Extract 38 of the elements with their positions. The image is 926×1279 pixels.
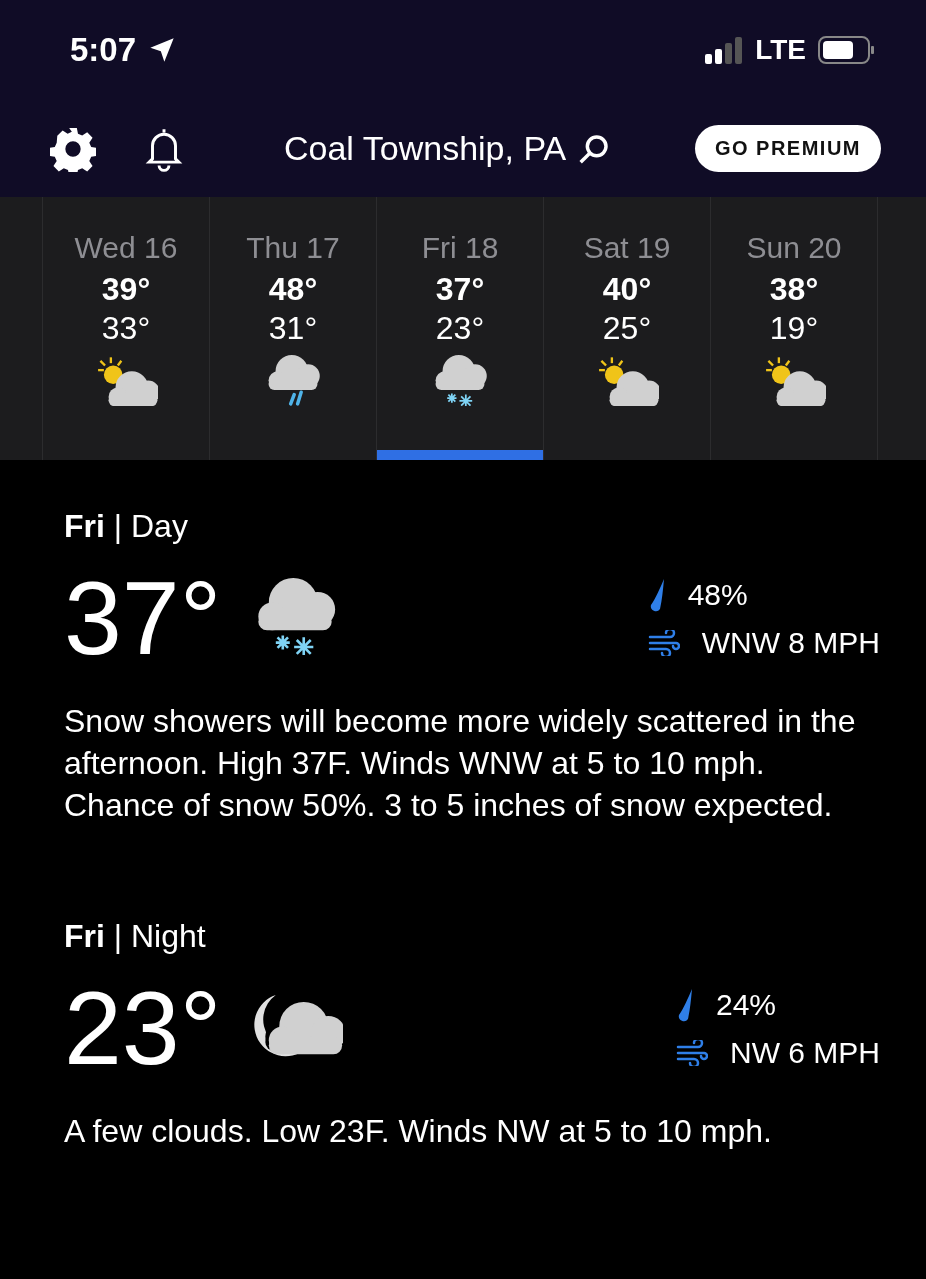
high-temp: 37° — [435, 271, 485, 308]
battery-icon — [818, 36, 874, 64]
precip-chance: 48% — [687, 577, 748, 612]
high-temp: 40° — [602, 271, 652, 308]
low-temp: 19° — [769, 310, 819, 347]
settings-icon[interactable] — [50, 125, 96, 172]
wind-icon — [647, 629, 680, 656]
location-title[interactable]: Coal Township, PA — [284, 129, 567, 168]
raindrop-icon — [676, 987, 694, 1022]
forecast-description: A few clouds. Low 23F. Winds NW at 5 to 10 mph. — [64, 1112, 773, 1151]
low-temp: 33° — [101, 310, 151, 347]
day-tab[interactable]: Fri 18 37° 23° — [377, 197, 544, 460]
period-temp: 37° — [64, 559, 222, 678]
wind-icon — [676, 1039, 708, 1066]
day-label: Wed 16 — [74, 231, 178, 265]
go-premium-button[interactable]: GO PREMIUM — [694, 125, 881, 172]
precip-chance: 24% — [716, 987, 777, 1022]
high-temp: 38° — [769, 271, 819, 308]
period-title: Fri | Night — [64, 918, 207, 955]
network-label: LTE — [755, 34, 806, 66]
location-arrow-icon — [148, 36, 177, 64]
day-label: Fri 18 — [421, 231, 499, 265]
high-temp: 39° — [101, 271, 151, 308]
forecast-description: Snow showers will become more widely scattered in the afternoon. High 37F. Winds WNW at 5 to 10 mph. Chance of snow 50%. 3 to 5 inches of snow expected. — [64, 702, 857, 825]
wind-speed: NW 6 MPH — [730, 1035, 880, 1070]
high-temp: 48° — [268, 271, 318, 308]
status-time: 5:07 — [70, 31, 137, 69]
low-temp: 31° — [268, 310, 318, 347]
day-label: Sat 19 — [583, 231, 671, 265]
day-label: Sun 20 — [746, 231, 842, 265]
period-title: Fri | Day — [64, 508, 189, 545]
low-temp: 25° — [602, 310, 652, 347]
low-temp: 23° — [435, 310, 485, 347]
search-icon[interactable] — [578, 132, 611, 165]
wind-speed: WNW 8 MPH — [701, 625, 880, 660]
period-temp: 23° — [64, 969, 222, 1088]
day-label: Thu 17 — [246, 231, 340, 265]
signal-icon — [705, 36, 744, 64]
